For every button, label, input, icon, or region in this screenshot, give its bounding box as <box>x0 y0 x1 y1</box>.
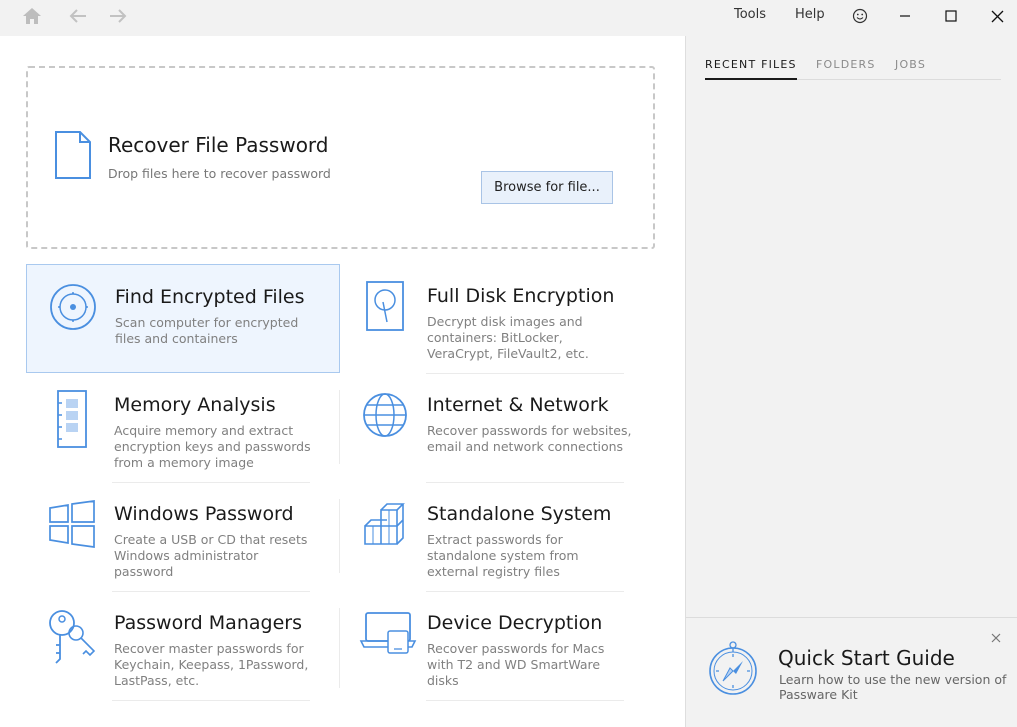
document-icon <box>54 130 92 184</box>
menu-tools[interactable]: Tools <box>734 7 766 22</box>
dropzone-subtitle: Drop files here to recover password <box>108 166 331 181</box>
smiley-feedback-icon[interactable] <box>846 4 874 28</box>
close-icon[interactable] <box>983 4 1011 28</box>
card-device-decryption[interactable]: Device Decryption Recover passwords for … <box>339 591 653 700</box>
tab-folders[interactable]: FOLDERS <box>816 58 876 80</box>
memory-chip-icon <box>46 389 98 449</box>
globe-icon <box>359 389 411 449</box>
card-title: Find Encrypted Files <box>115 286 305 308</box>
grid-divider <box>112 700 310 701</box>
dropzone-title: Recover File Password <box>108 133 329 157</box>
quickstart-subtitle: Learn how to use the new version of Pass… <box>779 672 1007 702</box>
card-full-disk-encryption[interactable]: Full Disk Encryption Decrypt disk images… <box>339 264 653 373</box>
cubes-icon <box>359 498 411 558</box>
main-panel: Recover File Password Drop files here to… <box>0 36 685 727</box>
card-description: Decrypt disk images and containers: BitL… <box>427 314 589 361</box>
quickstart-divider <box>686 617 1017 618</box>
minimize-icon[interactable] <box>891 4 919 28</box>
disk-scan-icon <box>47 281 99 341</box>
grid-divider <box>426 700 624 701</box>
card-windows-password[interactable]: Windows Password Create a USB or CD that… <box>26 482 340 591</box>
menu-help[interactable]: Help <box>795 7 825 22</box>
card-title: Full Disk Encryption <box>427 285 615 307</box>
keys-icon <box>46 607 98 667</box>
title-bar: Tools Help <box>0 0 1017 36</box>
card-title: Device Decryption <box>427 612 603 634</box>
card-standalone-system[interactable]: Standalone System Extract passwords for … <box>339 482 653 591</box>
card-title: Internet & Network <box>427 394 609 416</box>
hard-drive-icon <box>359 280 411 340</box>
file-drop-zone[interactable]: Recover File Password Drop files here to… <box>26 66 655 249</box>
card-description: Recover master passwords for Keychain, K… <box>114 641 309 688</box>
card-description: Extract passwords for standalone system … <box>427 532 579 579</box>
laptop-icon <box>359 607 417 667</box>
home-icon[interactable] <box>18 4 46 28</box>
maximize-icon[interactable] <box>937 4 965 28</box>
close-quickstart-icon[interactable] <box>988 630 1004 646</box>
card-title: Standalone System <box>427 503 612 525</box>
quickstart-title[interactable]: Quick Start Guide <box>778 646 955 670</box>
tab-jobs[interactable]: JOBS <box>895 58 926 80</box>
card-description: Scan computer for encrypted files and co… <box>115 315 299 346</box>
compass-icon[interactable] <box>706 640 760 700</box>
browse-file-button[interactable]: Browse for file... <box>481 171 613 204</box>
card-description: Recover passwords for websites, email an… <box>427 423 632 454</box>
windows-logo-icon <box>46 498 98 558</box>
card-internet-network[interactable]: Internet & Network Recover passwords for… <box>339 373 653 482</box>
card-description: Recover passwords for Macs with T2 and W… <box>427 641 605 688</box>
forward-arrow-icon[interactable] <box>104 4 132 28</box>
side-panel: RECENT FILES FOLDERS JOBS Quick Start Gu… <box>686 36 1017 727</box>
tab-recent-files[interactable]: RECENT FILES <box>705 58 797 80</box>
card-description: Create a USB or CD that resets Windows a… <box>114 532 308 579</box>
side-tabs: RECENT FILES FOLDERS JOBS <box>705 58 1001 80</box>
card-title: Password Managers <box>114 612 302 634</box>
card-password-managers[interactable]: Password Managers Recover master passwor… <box>26 591 340 700</box>
back-arrow-icon[interactable] <box>64 4 92 28</box>
card-memory-analysis[interactable]: Memory Analysis Acquire memory and extra… <box>26 373 340 482</box>
card-description: Acquire memory and extract encryption ke… <box>114 423 311 470</box>
card-title: Windows Password <box>114 503 294 525</box>
card-find-encrypted-files[interactable]: Find Encrypted Files Scan computer for e… <box>26 264 340 373</box>
card-title: Memory Analysis <box>114 394 276 416</box>
